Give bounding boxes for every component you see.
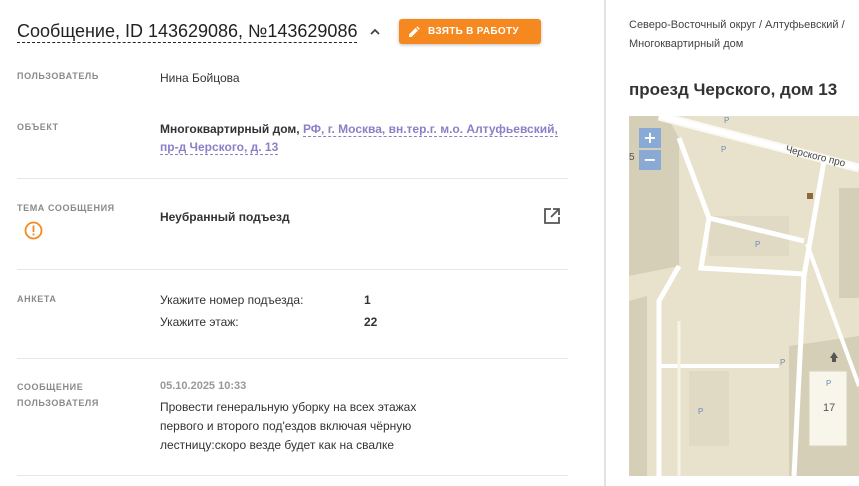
message-label-line2: ПОЛЬЗОВАТЕЛЯ bbox=[17, 398, 99, 408]
divider bbox=[17, 269, 568, 270]
breadcrumb[interactable]: Северо-Восточный округ / Алтуфьевский / … bbox=[629, 16, 859, 54]
object-panel: Северо-Восточный округ / Алтуфьевский / … bbox=[606, 0, 859, 486]
divider bbox=[17, 475, 568, 476]
page-title[interactable]: Сообщение, ID 143629086, №143629086 bbox=[17, 21, 358, 43]
map-edge-number: 5 bbox=[629, 152, 635, 163]
divider bbox=[17, 358, 568, 359]
message-panel: Сообщение, ID 143629086, №143629086 ВЗЯТ… bbox=[0, 0, 604, 486]
open-external-icon[interactable] bbox=[543, 207, 561, 225]
chevron-up-icon[interactable] bbox=[368, 25, 382, 39]
take-to-work-button[interactable]: ВЗЯТЬ В РАБОТУ bbox=[399, 19, 541, 44]
survey-label: АНКЕТА bbox=[17, 294, 57, 304]
take-button-label: ВЗЯТЬ В РАБОТУ bbox=[428, 26, 519, 37]
message-text: Провести генеральную уборку на всех этаж… bbox=[160, 400, 417, 452]
topic-label: ТЕМА СООБЩЕНИЯ bbox=[17, 203, 115, 213]
object-value: Многоквартирный дом, РФ, г. Москва, вн.т… bbox=[160, 120, 560, 156]
message-date: 05.10.2025 10:33 bbox=[160, 380, 247, 392]
user-value: Нина Бойцова bbox=[160, 71, 240, 85]
message-label-line1: СООБЩЕНИЕ bbox=[17, 382, 84, 392]
parking-icon: P bbox=[721, 145, 727, 154]
survey-question: Укажите этаж: bbox=[160, 315, 239, 329]
parking-icon: P bbox=[826, 379, 832, 388]
survey-question: Укажите номер подъезда: bbox=[160, 293, 304, 307]
divider bbox=[17, 178, 568, 179]
parking-icon: P bbox=[724, 116, 730, 125]
pencil-icon bbox=[409, 25, 420, 37]
zoom-in-button[interactable]: + bbox=[639, 128, 661, 148]
object-type: Многоквартирный дом, bbox=[160, 122, 300, 136]
map-building-number: 17 bbox=[823, 402, 836, 414]
zoom-out-button[interactable]: − bbox=[639, 150, 661, 170]
warning-icon bbox=[24, 221, 43, 240]
parking-icon: P bbox=[698, 407, 704, 416]
map-canvas bbox=[629, 116, 859, 476]
object-label: ОБЪЕКТ bbox=[17, 122, 59, 132]
topic-value: Неубранный подъезд bbox=[160, 210, 290, 224]
map-view[interactable]: Черского про 5 17 P P P P P P + − bbox=[629, 116, 859, 476]
parking-icon: P bbox=[780, 358, 786, 367]
survey-answer: 1 bbox=[364, 293, 371, 307]
object-address-title: проезд Черского, дом 13 bbox=[629, 80, 838, 99]
survey-answer: 22 bbox=[364, 315, 378, 329]
parking-icon: P bbox=[755, 240, 761, 249]
user-label: ПОЛЬЗОВАТЕЛЬ bbox=[17, 71, 99, 81]
